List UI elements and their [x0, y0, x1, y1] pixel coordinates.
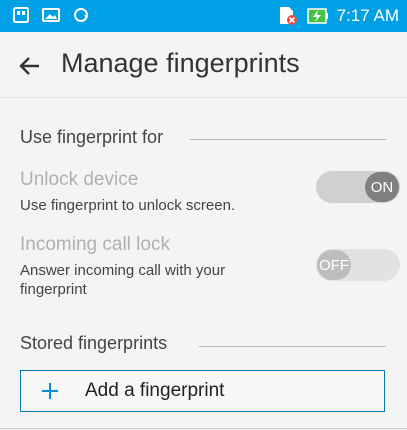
section-header-stored-fingerprints: Stored fingerprints	[20, 333, 168, 353]
unlock-device-toggle[interactable]: ON	[316, 171, 400, 203]
app-bar: Manage fingerprints	[0, 32, 407, 98]
add-fingerprint-button[interactable]: Add a fingerprint	[20, 370, 385, 412]
incoming-call-lock-title: Incoming call lock	[20, 234, 170, 255]
sim-off-icon	[277, 6, 299, 26]
back-arrow-icon[interactable]	[18, 54, 42, 78]
section-divider	[190, 139, 386, 140]
status-bar-right: 7:17 AM	[277, 6, 399, 26]
toggle-on-label: ON	[365, 172, 399, 202]
bottom-divider	[0, 428, 407, 429]
toggle-off-label: OFF	[317, 250, 351, 280]
status-bar-left-icons	[12, 6, 90, 24]
unlock-device-subtitle: Use fingerprint to unlock screen.	[20, 197, 236, 214]
incoming-call-lock-toggle[interactable]: OFF	[316, 249, 400, 281]
sd-card-icon	[12, 6, 30, 24]
page-title: Manage fingerprints	[61, 48, 300, 78]
incoming-call-lock-subtitle: Answer incoming call with your fingerpri…	[20, 262, 226, 298]
battery-charging-icon	[306, 7, 329, 25]
section-divider	[199, 346, 386, 347]
sync-icon	[72, 6, 90, 24]
plus-icon	[41, 382, 59, 400]
section-header-use-fingerprint: Use fingerprint for	[20, 127, 164, 147]
unlock-device-title: Unlock device	[20, 169, 139, 190]
status-bar: 7:17 AM	[0, 0, 407, 32]
status-time: 7:17 AM	[336, 6, 399, 25]
image-icon	[42, 6, 60, 24]
add-fingerprint-label: Add a fingerprint	[85, 380, 225, 401]
